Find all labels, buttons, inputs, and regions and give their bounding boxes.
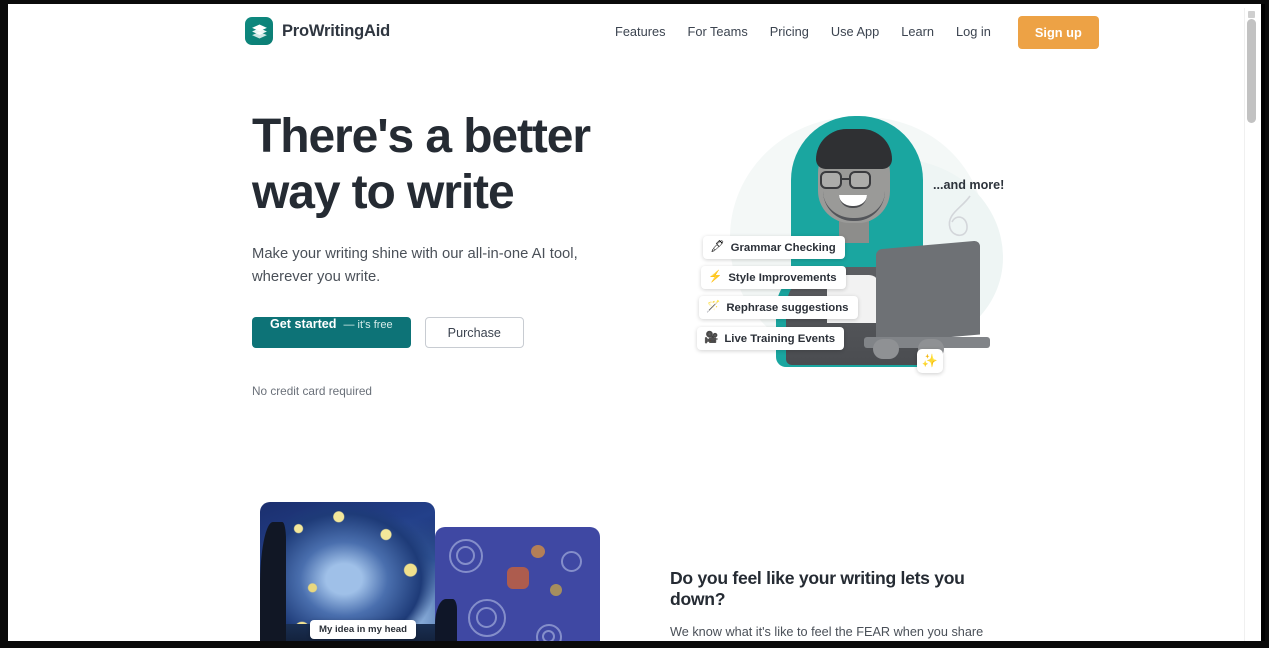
feature-card-label: Style Improvements — [728, 271, 837, 284]
movie-camera-icon: 🎥 — [704, 331, 719, 344]
swirl-4 — [561, 551, 582, 572]
section2-text-block: Do you feel like your writing lets you d… — [670, 568, 1015, 641]
hero-illustration: 🖋 Grammar Checking ⚡ Style Improvements … — [668, 99, 1028, 399]
browser-viewport: ProWritingAid Features For Teams Pricing… — [8, 4, 1261, 641]
feature-card-label: Live Training Events — [724, 332, 836, 345]
purchase-button[interactable]: Purchase — [424, 317, 524, 348]
page-title: There's a better way to write — [252, 109, 597, 221]
feature-card-rephrase-suggestions[interactable]: 🪄 Rephrase suggestions — [699, 296, 858, 319]
screen: ProWritingAid Features For Teams Pricing… — [0, 0, 1269, 648]
image-caption-badge: My idea in my head — [310, 620, 416, 639]
nav-item-for-teams[interactable]: For Teams — [677, 4, 759, 60]
nav-item-log-in[interactable]: Log in — [945, 4, 1002, 60]
hero-title-line-2: way to write — [252, 166, 515, 219]
laptop-screen — [876, 240, 980, 344]
feature-card-style-improvements[interactable]: ⚡ Style Improvements — [701, 266, 846, 289]
sparkle-icon: ✨ — [921, 353, 939, 368]
star-blob-amber — [531, 545, 545, 558]
section2-heading: Do you feel like your writing lets you d… — [670, 568, 965, 609]
feather-pen-icon: 🖋 — [710, 240, 725, 253]
page-content: ProWritingAid Features For Teams Pricing… — [8, 4, 1253, 641]
sign-up-button[interactable]: Sign up — [1017, 15, 1099, 49]
magic-wand-icon: 🪄 — [706, 300, 721, 313]
brand-name: ProWritingAid — [282, 21, 391, 40]
eyeglasses-bridge-icon — [842, 178, 849, 181]
main-navigation: Features For Teams Pricing Use App Learn… — [604, 4, 1099, 60]
feature-card-live-training-events[interactable]: 🎥 Live Training Events — [697, 327, 845, 350]
star-blob-orange — [507, 567, 529, 589]
eyeglasses-right-lens-icon — [849, 171, 871, 189]
swirl-2-inner — [476, 607, 497, 628]
person-left-hand — [873, 339, 899, 359]
window-frame-left — [0, 0, 8, 648]
swirl-1-inner — [456, 546, 475, 565]
section2-paragraph: We know what it's like to feel the FEAR … — [670, 625, 984, 639]
get-started-button[interactable]: Get started — it's free — [252, 317, 411, 348]
nav-item-learn[interactable]: Learn — [890, 4, 945, 60]
no-credit-card-note: No credit card required — [252, 384, 372, 398]
nav-item-features[interactable]: Features — [604, 4, 677, 60]
blue-doodle-panel — [435, 527, 600, 641]
site-header: ProWritingAid Features For Teams Pricing… — [8, 4, 1253, 60]
hero-text-block: There's a better way to write Make your … — [252, 109, 597, 398]
swirl-3-inner — [542, 630, 555, 641]
person-hair — [816, 129, 892, 169]
hero-title-line-1: There's a better — [252, 110, 591, 163]
nav-item-pricing[interactable]: Pricing — [759, 4, 820, 60]
get-started-label: Get started — [270, 317, 337, 331]
lightning-bolt-icon: ⚡ — [708, 270, 723, 283]
hero-subtitle: Make your writing shine with our all-in-… — [252, 246, 578, 285]
scrollbar-thumb[interactable] — [1247, 19, 1256, 123]
eyeglasses-left-lens-icon — [820, 171, 842, 189]
scrollbar-up-arrow-icon[interactable] — [1248, 11, 1255, 18]
balloon-doodle-icon — [948, 195, 971, 237]
cypress-tree-1 — [260, 522, 286, 641]
section2-illustration: My idea in my head — [252, 502, 602, 641]
feature-card-label: Grammar Checking — [730, 241, 836, 254]
feature-card-label: Rephrase suggestions — [726, 301, 849, 314]
and-more-callout: ...and more! — [933, 178, 1005, 192]
vertical-scrollbar[interactable] — [1244, 8, 1257, 641]
get-started-note: — it's free — [343, 319, 393, 331]
brand-logo[interactable]: ProWritingAid — [245, 17, 390, 45]
book-pages-logo-icon — [245, 17, 273, 45]
star-blob-gold — [550, 584, 562, 596]
sparkle-badge: ✨ — [917, 349, 943, 373]
window-frame-bottom — [0, 641, 1269, 648]
cypress-tree-2 — [435, 599, 457, 641]
window-frame-right — [1265, 0, 1269, 648]
nav-item-use-app[interactable]: Use App — [820, 4, 890, 60]
hero-cta-group: Get started — it's free Purchase — [252, 317, 597, 348]
feature-card-grammar-checking[interactable]: 🖋 Grammar Checking — [703, 236, 845, 259]
